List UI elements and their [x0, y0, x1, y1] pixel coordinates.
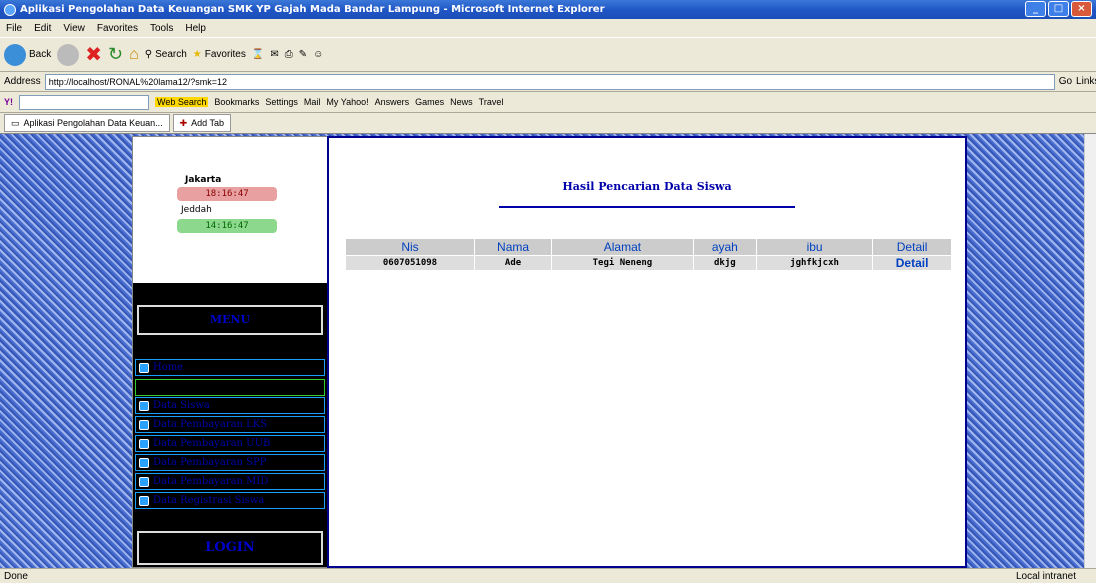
yahoo-search-input[interactable] — [19, 94, 149, 110]
page-title: Hasil Pencarian Data Siswa — [562, 180, 732, 193]
window-title: Aplikasi Pengolahan Data Keuangan SMK YP… — [20, 4, 605, 15]
links-button[interactable]: Links — [1076, 76, 1096, 87]
menu-help[interactable]: Help — [185, 23, 206, 34]
page-content: Jakarta 18:16:47 Jeddah 14:16:47 MENU Ho… — [0, 134, 1096, 568]
zone-text: Local intranet — [1015, 570, 1076, 582]
news-button[interactable]: News — [450, 97, 473, 107]
clock-city-jakarta: Jakarta — [185, 175, 222, 185]
col-nama: Nama — [473, 238, 553, 256]
sidebar: Jakarta 18:16:47 Jeddah 14:16:47 MENU Ho… — [132, 136, 328, 568]
ie-icon — [4, 3, 16, 16]
vertical-scrollbar[interactable] — [1084, 134, 1096, 568]
tab-bar: ▭ Aplikasi Pengolahan Data Keuan... ✚ Add … — [0, 113, 1096, 134]
table-header: Nis Nama Alamat ayah ibu Detail — [345, 238, 952, 256]
globe-icon — [139, 400, 149, 411]
globe-icon — [139, 362, 149, 373]
page-icon: ▭ — [11, 117, 20, 128]
forward-icon[interactable] — [57, 43, 80, 66]
title-divider — [499, 206, 795, 208]
window-titlebar: Aplikasi Pengolahan Data Keuangan SMK YP… — [0, 0, 1096, 19]
status-bar: Done Local intranet — [0, 568, 1096, 583]
search-icon: ⚲ — [144, 49, 153, 60]
back-icon — [4, 43, 26, 66]
clock-city-jeddah: Jeddah — [181, 205, 212, 215]
go-button[interactable]: Go — [1059, 76, 1072, 87]
results-table: Nis Nama Alamat ayah ibu Detail 06070510… — [345, 238, 952, 271]
nav-data-siswa[interactable]: Data Siswa — [135, 397, 325, 414]
login-button[interactable]: LOGIN — [137, 531, 323, 565]
nav-registrasi-siswa[interactable]: Data Registrasi Siswa — [135, 492, 325, 509]
minimize-button[interactable]: _ — [1025, 1, 1046, 17]
web-search-button[interactable]: Web Search — [155, 97, 209, 107]
favorites-button[interactable]: ★ Favorites — [193, 49, 246, 60]
close-button[interactable]: × — [1071, 1, 1092, 17]
messenger-icon[interactable]: ☺ — [313, 49, 323, 60]
games-button[interactable]: Games — [415, 97, 444, 107]
menu-title: MENU — [137, 305, 323, 335]
my-yahoo-button[interactable]: My Yahoo! — [326, 97, 368, 107]
history-icon[interactable]: ⌛ — [252, 49, 264, 60]
col-alamat: Alamat — [551, 238, 694, 256]
globe-icon — [139, 457, 149, 468]
menu-file[interactable]: File — [6, 23, 22, 34]
clock-time-jeddah: 14:16:47 — [177, 219, 277, 233]
address-bar: Address http://localhost/RONAL%20lama12/… — [0, 72, 1096, 92]
menu-view[interactable]: View — [63, 23, 85, 34]
col-nis: Nis — [345, 238, 475, 256]
col-detail: Detail — [872, 238, 952, 256]
globe-icon — [139, 495, 149, 506]
menu-tools[interactable]: Tools — [150, 23, 173, 34]
menu-favorites[interactable]: Favorites — [97, 23, 138, 34]
edit-icon[interactable]: ✎ — [299, 49, 307, 60]
cell-ayah: dkjg — [692, 255, 757, 271]
settings-button[interactable]: Settings — [265, 97, 298, 107]
detail-link[interactable]: Detail — [872, 255, 952, 271]
menu-edit[interactable]: Edit — [34, 23, 51, 34]
nav-pembayaran-lks[interactable]: Data Pembayaran LKS — [135, 416, 325, 433]
col-ayah: ayah — [692, 238, 757, 256]
clock-widget: Jakarta 18:16:47 Jeddah 14:16:47 — [133, 137, 327, 283]
back-button[interactable]: Back — [4, 43, 51, 66]
globe-icon — [139, 438, 149, 449]
yahoo-logo-icon[interactable]: Y! — [4, 97, 13, 107]
table-row: 0607051098 Ade Tegi Neneng dkjg jghfkjcx… — [345, 255, 952, 271]
star-icon: ★ — [192, 49, 202, 60]
cell-nama: Ade — [473, 255, 553, 271]
mail-button[interactable]: Mail — [304, 97, 321, 107]
main-panel: Hasil Pencarian Data Siswa Nis Nama Alam… — [327, 136, 967, 568]
refresh-icon[interactable]: ↻ — [108, 44, 123, 65]
answers-button[interactable]: Answers — [375, 97, 410, 107]
mail-icon[interactable]: ✉ — [270, 49, 278, 60]
bookmarks-button[interactable]: Bookmarks — [214, 97, 259, 107]
nav-pembayaran-mid[interactable]: Data Pembayaran MID — [135, 473, 325, 490]
search-button[interactable]: ⚲ Search — [145, 49, 187, 60]
col-ibu: ibu — [755, 238, 874, 256]
toolbar: Back ✖ ↻ ⌂ ⚲ Search ★ Favorites ⌛ ✉ ⎙ ✎ ☺ — [0, 37, 1096, 72]
cell-ibu: jghfkjcxh — [755, 255, 874, 271]
add-tab-button[interactable]: ✚ Add Tab — [172, 114, 232, 132]
globe-icon — [139, 476, 149, 487]
address-input[interactable]: http://localhost/RONAL%20lama12/?smk=12 — [44, 73, 1055, 90]
nav-home[interactable]: Home — [135, 359, 325, 376]
nav-pembayaran-spp[interactable]: Data Pembayaran SPP — [135, 454, 325, 471]
yahoo-toolbar: Y! Web Search Bookmarks Settings Mail My… — [0, 92, 1096, 113]
plus-icon: ✚ — [179, 117, 188, 128]
globe-icon — [139, 419, 149, 430]
nav-pembayaran-uub[interactable]: Data Pembayaran UUB — [135, 435, 325, 452]
cell-nis: 0607051098 — [345, 255, 475, 271]
home-icon[interactable]: ⌂ — [129, 46, 139, 64]
maximize-button[interactable]: □ — [1048, 1, 1069, 17]
clock-time-jakarta: 18:16:47 — [177, 187, 277, 201]
stop-icon[interactable]: ✖ — [85, 42, 102, 67]
print-icon[interactable]: ⎙ — [285, 49, 293, 60]
nav-empty — [135, 379, 325, 396]
status-text: Done — [4, 570, 28, 582]
tab-active[interactable]: ▭ Aplikasi Pengolahan Data Keuan... — [4, 114, 170, 132]
travel-button[interactable]: Travel — [479, 97, 504, 107]
address-label: Address — [4, 76, 41, 87]
menu-bar: File Edit View Favorites Tools Help — [0, 19, 1096, 37]
cell-alamat: Tegi Neneng — [551, 255, 694, 271]
